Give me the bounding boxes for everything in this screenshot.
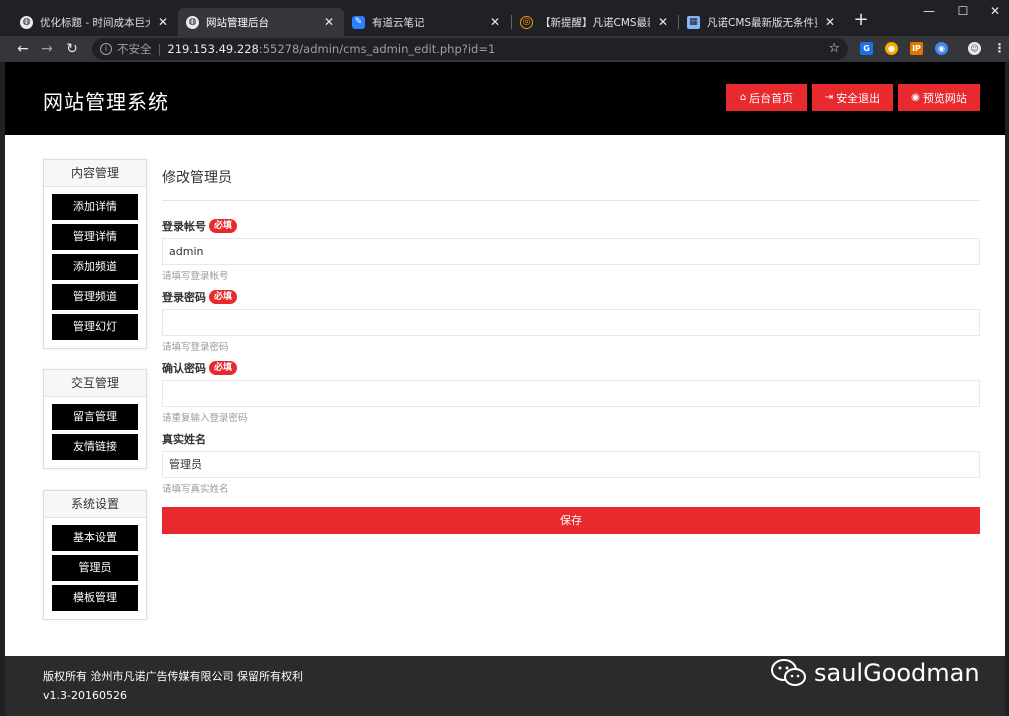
address-path: :55278/admin/cms_admin_edit.php?id=1 (258, 42, 496, 56)
tab-title: 【新提醒】凡诺CMS最新版 (540, 16, 650, 29)
sidebar-item-manage-slides[interactable]: 管理幻灯 (52, 314, 138, 340)
address-bar[interactable]: i 不安全 | 219.153.49.228 :55278/admin/cms_… (92, 38, 848, 60)
logout-button[interactable]: ⇥ 安全退出 (812, 84, 893, 111)
sidebar-item-messages[interactable]: 留言管理 (52, 404, 138, 430)
menu-kebab-icon[interactable]: ⋮ (993, 42, 1006, 55)
sidebar-panel-content: 内容管理 添加详情 管理详情 添加频道 管理频道 管理幻灯 (43, 159, 147, 349)
label-text: 登录帐号 (162, 220, 206, 233)
close-icon[interactable]: ✕ (324, 15, 334, 29)
browser-tab[interactable]: ◍ 优化标题 - 时间成本巨大 - 月 ✕ (12, 8, 178, 36)
new-tab-button[interactable]: + (850, 10, 872, 32)
browser-tab-active[interactable]: ◍ 网站管理后台 ✕ (178, 8, 344, 36)
field-hint: 请填写真实姓名 (162, 484, 229, 495)
translate-extension-icon[interactable]: G (860, 42, 873, 55)
sidebar-item-manage-channel[interactable]: 管理频道 (52, 284, 138, 310)
save-button[interactable]: 保存 (162, 507, 980, 534)
sidebar-item-friend-links[interactable]: 友情链接 (52, 434, 138, 460)
info-icon[interactable]: i (100, 43, 112, 55)
globe-extension-icon[interactable]: ◉ (935, 42, 948, 55)
browser-tab[interactable]: ◎ 【新提醒】凡诺CMS最新版 ✕ (512, 8, 678, 36)
sidebar-panel-system: 系统设置 基本设置 管理员 模板管理 (43, 490, 147, 620)
label-text: 登录密码 (162, 291, 206, 304)
image-icon: ▦ (687, 15, 700, 29)
logout-icon: ⇥ (824, 92, 834, 103)
real-name-input[interactable]: 管理员 (162, 451, 980, 478)
close-icon[interactable]: ✕ (658, 15, 668, 29)
password-input[interactable] (162, 309, 980, 336)
browser-toolbar: ← → ↻ i 不安全 | 219.153.49.228 :55278/admi… (0, 36, 1009, 62)
home-icon: ⌂ (739, 92, 747, 103)
preview-site-button[interactable]: ◉ 预览网站 (898, 84, 980, 111)
panel-title: 交互管理 (44, 370, 146, 397)
confirm-password-input[interactable] (162, 380, 980, 407)
wechat-icon (771, 659, 806, 686)
required-badge: 必填 (209, 219, 238, 233)
back-arrow-icon[interactable]: ← (14, 40, 32, 58)
main-content: 内容管理 添加详情 管理详情 添加频道 管理频道 管理幻灯 交互管理 留言管理 … (5, 135, 1005, 656)
divider (162, 200, 980, 201)
panel-title: 内容管理 (44, 160, 146, 187)
button-label: 预览网站 (922, 91, 967, 105)
button-label: 安全退出 (836, 91, 881, 105)
close-icon[interactable]: ✕ (490, 15, 500, 29)
bookmark-star-icon[interactable]: ☆ (828, 41, 840, 56)
sidebar-panel-interaction: 交互管理 留言管理 友情链接 (43, 369, 147, 469)
sidebar-item-add-detail[interactable]: 添加详情 (52, 194, 138, 220)
username-input[interactable]: admin (162, 238, 980, 265)
site-title: 网站管理系统 (43, 90, 169, 114)
browser-tab[interactable]: ✎ 有道云笔记 ✕ (344, 8, 510, 36)
field-label-real-name: 真实姓名 (162, 431, 206, 447)
bug-icon: ◎ (520, 15, 533, 29)
field-label-confirm-password: 确认密码 必填 (162, 360, 238, 376)
watermark-text: saulGoodman (814, 659, 980, 687)
label-text: 真实姓名 (162, 433, 206, 446)
ip-extension-icon[interactable]: IP (910, 42, 923, 55)
field-hint: 请重复输入登录密码 (162, 413, 248, 424)
close-icon[interactable]: ✕ (825, 15, 835, 29)
required-badge: 必填 (209, 290, 238, 304)
note-icon: ✎ (352, 15, 365, 29)
site-footer: 版权所有 沧州市凡诺广告传媒有限公司 保留所有权利 v1.3-20160526 … (5, 656, 1005, 716)
version-text: v1.3-20160526 (43, 689, 127, 702)
sidebar-item-basic-settings[interactable]: 基本设置 (52, 525, 138, 551)
eye-icon: ◉ (911, 92, 920, 103)
tab-title: 有道云笔记 (372, 16, 425, 29)
panel-title: 系统设置 (44, 491, 146, 518)
watermark: saulGoodman (770, 658, 980, 688)
address-divider: | (157, 42, 162, 56)
site-header: 网站管理系统 ⌂ 后台首页 ⇥ 安全退出 ◉ 预览网站 (5, 62, 1005, 135)
tab-title: 凡诺CMS最新版无条件更改 (707, 16, 817, 29)
close-icon[interactable]: ✕ (158, 15, 168, 29)
button-label: 后台首页 (749, 91, 794, 105)
browser-tab[interactable]: ▦ 凡诺CMS最新版无条件更改 ✕ (679, 8, 845, 36)
address-host: 219.153.49.228 (167, 42, 259, 56)
globe-icon: ◍ (20, 15, 33, 29)
sidebar-item-templates[interactable]: 模板管理 (52, 585, 138, 611)
tab-title: 优化标题 - 时间成本巨大 - 月 (40, 16, 150, 29)
reload-icon[interactable]: ↻ (63, 40, 81, 58)
profile-avatar-icon[interactable]: ☺ (968, 42, 981, 55)
field-hint: 请填写登录帐号 (162, 271, 229, 282)
label-text: 确认密码 (162, 362, 206, 375)
copyright-text: 版权所有 沧州市凡诺广告传媒有限公司 保留所有权利 (43, 670, 303, 683)
admin-home-button[interactable]: ⌂ 后台首页 (726, 84, 807, 111)
tab-title: 网站管理后台 (206, 16, 269, 29)
security-label: 不安全 (117, 42, 152, 56)
form-title: 修改管理员 (162, 170, 232, 186)
required-badge: 必填 (209, 361, 238, 375)
maximize-button[interactable]: ☐ (948, 2, 978, 22)
field-hint: 请填写登录密码 (162, 342, 229, 353)
minimize-button[interactable]: — (914, 2, 944, 22)
field-label-username: 登录帐号 必填 (162, 218, 238, 234)
window-close-button[interactable]: ✕ (980, 2, 1009, 22)
field-label-password: 登录密码 必填 (162, 289, 238, 305)
sidebar-item-manage-detail[interactable]: 管理详情 (52, 224, 138, 250)
sidebar-item-add-channel[interactable]: 添加频道 (52, 254, 138, 280)
forward-arrow-icon[interactable]: → (38, 40, 56, 58)
cookie-extension-icon[interactable]: ● (885, 42, 898, 55)
globe-icon: ◍ (186, 15, 199, 29)
sidebar-item-administrators[interactable]: 管理员 (52, 555, 138, 581)
browser-tab-strip: ◍ 优化标题 - 时间成本巨大 - 月 ✕ ◍ 网站管理后台 ✕ ✎ 有道云笔记… (0, 0, 1009, 36)
